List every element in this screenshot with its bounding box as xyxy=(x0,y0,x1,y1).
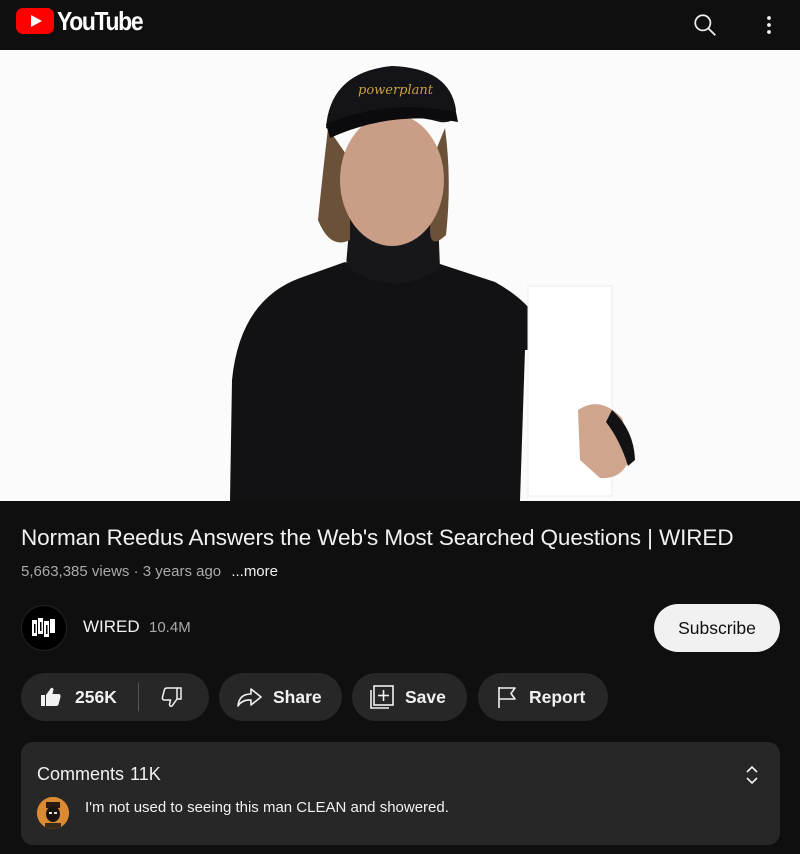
comments-count: 11K xyxy=(130,764,161,784)
commenter-avatar-image xyxy=(37,797,69,829)
top-app-bar: YouTube xyxy=(0,0,800,50)
search-button[interactable] xyxy=(683,3,727,47)
dislike-button[interactable] xyxy=(157,683,187,711)
video-player[interactable]: powerplant xyxy=(0,50,800,501)
top-comment-text: I'm not used to seeing this man CLEAN an… xyxy=(85,799,449,816)
more-options-button[interactable] xyxy=(747,3,791,47)
like-button[interactable]: 256K xyxy=(21,673,117,721)
svg-text:powerplant: powerplant xyxy=(358,83,434,98)
meta-separator: · xyxy=(133,563,143,580)
like-count: 256K xyxy=(75,686,117,707)
more-vert-icon xyxy=(767,16,771,34)
thumbs-down-icon xyxy=(161,687,182,708)
channel-avatar[interactable] xyxy=(21,605,67,651)
comments-label: Comments xyxy=(37,764,125,784)
commenter-avatar xyxy=(37,797,69,829)
search-icon xyxy=(694,14,716,36)
comments-panel[interactable]: Comments 11K I'm not used to seeing this … xyxy=(21,742,780,845)
unfold-more-icon[interactable] xyxy=(742,764,762,786)
thumbs-up-icon xyxy=(41,687,61,706)
share-button[interactable]: Share xyxy=(219,673,342,721)
channel-name[interactable]: WIRED xyxy=(83,617,140,637)
like-dislike-group: 256K xyxy=(21,673,209,721)
view-count: 5,663,385 views xyxy=(21,563,130,580)
save-playlist-add-icon xyxy=(370,685,394,709)
subscriber-count: 10.4M xyxy=(149,619,191,636)
wired-logo-icon xyxy=(32,618,55,637)
share-label: Share xyxy=(273,686,322,707)
flag-icon xyxy=(498,687,516,708)
logo-text: YouTube xyxy=(57,5,144,36)
video-frame: powerplant xyxy=(0,50,800,501)
more-description-link[interactable]: ...more xyxy=(231,563,278,580)
comments-header: Comments 11K xyxy=(37,764,161,785)
report-button[interactable]: Report xyxy=(478,673,608,721)
share-icon xyxy=(237,688,262,707)
youtube-logo[interactable]: YouTube xyxy=(16,5,154,36)
video-title[interactable]: Norman Reedus Answers the Web's Most Sea… xyxy=(21,525,786,551)
video-meta[interactable]: 5,663,385 views · 3 years ago ...more xyxy=(21,563,278,580)
report-label: Report xyxy=(529,686,586,707)
save-button[interactable]: Save xyxy=(352,673,467,721)
save-label: Save xyxy=(405,686,446,707)
upload-age: 3 years ago xyxy=(142,563,222,580)
subscribe-button[interactable]: Subscribe xyxy=(654,604,780,652)
youtube-play-logo-icon xyxy=(16,8,54,34)
like-divider xyxy=(138,683,139,711)
